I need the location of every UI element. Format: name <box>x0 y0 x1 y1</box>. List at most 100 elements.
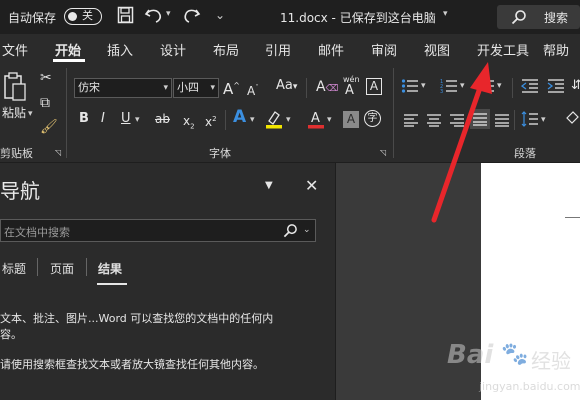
redo-icon[interactable] <box>183 6 201 28</box>
group-separator <box>66 68 67 158</box>
tab-developer[interactable]: 开发工具 <box>477 40 529 59</box>
copy-icon[interactable]: ⧉ <box>40 95 50 111</box>
clear-formatting-icon[interactable]: A⌫ <box>316 79 338 97</box>
separator <box>225 110 226 130</box>
save-icon[interactable] <box>117 6 134 29</box>
strikethrough-icon[interactable]: ab <box>155 111 170 127</box>
font-name-combo[interactable]: 仿宋 ▾ <box>74 78 172 98</box>
title-dropdown-icon[interactable]: ▾ <box>443 9 448 19</box>
enclose-characters-icon[interactable]: 字 <box>364 110 381 127</box>
tab-references[interactable]: 引用 <box>265 40 291 59</box>
chevron-down-icon: ▾ <box>210 83 215 93</box>
tab-insert[interactable]: 插入 <box>107 40 133 59</box>
italic-icon[interactable]: I <box>101 111 105 127</box>
margin-mark <box>565 217 580 218</box>
nav-message-line2: 容。 <box>0 328 22 341</box>
nav-search-input[interactable]: 在文档中搜索 ⌄ <box>0 219 316 242</box>
paste-dropdown-icon[interactable]: ▾ <box>28 109 33 119</box>
clipboard-launcher-icon[interactable]: ◹ <box>55 148 61 157</box>
ribbon-tabs: 文件 开始 插入 设计 布局 引用 邮件 审阅 视图 开发工具 帮助 <box>0 34 580 62</box>
superscript-icon[interactable]: x2 <box>205 111 217 130</box>
font-launcher-icon[interactable]: ◹ <box>380 148 386 157</box>
paste-icon[interactable] <box>2 72 28 106</box>
underline-icon[interactable]: U <box>121 111 131 127</box>
customize-toolbar-icon[interactable]: ⌄ <box>215 8 225 22</box>
character-shading-icon[interactable]: A <box>343 111 359 128</box>
baidu-watermark: Bai 🐾 经验 jingyan.baidu.com <box>445 330 580 400</box>
group-separator <box>393 68 394 158</box>
tab-file[interactable]: 文件 <box>2 40 28 59</box>
title-bar: 自动保存 关 ▾ ⌄ 11.docx - 已保存到这台电脑 ▾ 搜索 <box>0 0 580 34</box>
shading-icon[interactable] <box>564 110 580 128</box>
nav-tab-results[interactable]: 结果 <box>98 260 122 277</box>
font-group-label: 字体 <box>209 147 231 160</box>
paragraph-group-label: 段落 <box>514 147 536 160</box>
align-left-icon[interactable] <box>403 112 419 131</box>
character-shading-char: A <box>346 112 356 126</box>
cut-icon[interactable]: ✂ <box>40 70 52 86</box>
autosave-toggle[interactable]: 关 <box>64 8 102 25</box>
change-case-label: Aa <box>276 78 293 93</box>
tab-help[interactable]: 帮助 <box>543 40 569 59</box>
search-label: 搜索 <box>544 11 569 25</box>
nav-options-icon[interactable]: ▼ <box>265 180 273 191</box>
annotation-arrow <box>431 62 492 223</box>
font-name-value: 仿宋 <box>78 81 100 94</box>
font-color-dropdown-icon[interactable]: ▾ <box>327 115 332 125</box>
text-effects-icon[interactable]: A <box>233 109 246 126</box>
toggle-label: 关 <box>82 9 93 22</box>
nav-search-placeholder: 在文档中搜索 <box>4 226 70 239</box>
bold-icon[interactable]: B <box>79 111 89 127</box>
autosave-label: 自动保存 <box>8 11 57 25</box>
nav-tab-headings[interactable]: 标题 <box>2 260 26 277</box>
document-title[interactable]: 11.docx - 已保存到这台电脑 <box>280 9 436 26</box>
change-case-icon[interactable]: Aa▾ <box>276 78 297 95</box>
separator <box>514 110 515 130</box>
paw-icon: 🐾 <box>501 342 529 367</box>
svg-text:A: A <box>311 111 320 126</box>
tab-home[interactable]: 开始 <box>55 40 81 59</box>
decrease-indent-icon[interactable] <box>520 78 539 98</box>
close-icon[interactable]: ✕ <box>305 176 318 195</box>
undo-dropdown-icon[interactable]: ▾ <box>166 9 171 19</box>
toggle-knob <box>68 11 77 21</box>
search-box[interactable]: 搜索 <box>497 5 580 29</box>
format-painter-icon[interactable]: 🖌 <box>40 119 58 135</box>
grow-font-icon[interactable]: A^ <box>223 78 240 97</box>
nav-tab-separator <box>37 258 38 276</box>
subscript-icon[interactable]: x2 <box>183 113 195 134</box>
highlight-icon[interactable] <box>265 109 283 133</box>
line-spacing-dropdown-icon[interactable]: ▾ <box>541 115 546 125</box>
watermark-brand2: 经验 <box>531 349 571 373</box>
text-effects-dropdown-icon[interactable]: ▾ <box>250 115 255 125</box>
search-icon <box>511 9 527 29</box>
tab-design[interactable]: 设计 <box>160 40 186 59</box>
character-border-icon[interactable]: A <box>366 78 382 95</box>
increase-indent-icon[interactable] <box>547 78 565 98</box>
chevron-down-icon: ▾ <box>163 83 168 93</box>
search-icon[interactable] <box>283 223 298 242</box>
chinese-layout-icon[interactable]: ⇵ <box>571 78 580 93</box>
search-options-icon[interactable]: ⌄ <box>303 225 311 235</box>
undo-icon[interactable] <box>144 6 164 28</box>
shrink-font-icon[interactable]: Aˇ <box>247 80 259 99</box>
nav-active-tab-underline <box>97 283 127 285</box>
nav-tab-pages[interactable]: 页面 <box>50 260 74 277</box>
line-spacing-icon[interactable] <box>521 111 539 131</box>
tab-view[interactable]: 视图 <box>424 40 450 59</box>
nav-pane-title: 导航 <box>0 179 40 203</box>
bullets-icon[interactable] <box>401 78 419 98</box>
font-size-combo[interactable]: 小四 ▾ <box>173 78 219 98</box>
underline-dropdown-icon[interactable]: ▾ <box>135 115 140 125</box>
font-color-icon[interactable]: A <box>307 109 325 133</box>
tab-mailings[interactable]: 邮件 <box>318 40 344 59</box>
nav-message-line1: 文本、批注、图片...Word 可以查找您的文档中的任何内 <box>0 312 274 325</box>
highlight-dropdown-icon[interactable]: ▾ <box>286 115 291 125</box>
tab-layout[interactable]: 布局 <box>213 40 239 59</box>
nav-tab-separator <box>86 258 87 276</box>
separator <box>512 78 513 98</box>
watermark-brand: Bai <box>447 340 494 370</box>
tab-review[interactable]: 审阅 <box>371 40 397 59</box>
paste-label[interactable]: 粘贴 <box>2 104 26 121</box>
character-border-char: A <box>369 79 379 93</box>
